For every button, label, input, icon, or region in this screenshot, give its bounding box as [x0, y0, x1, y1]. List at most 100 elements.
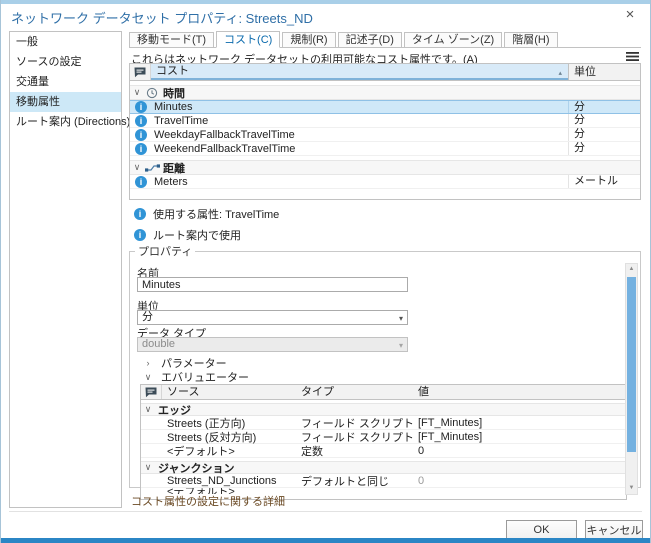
close-icon[interactable]: × — [620, 5, 640, 25]
network-dataset-properties-dialog: ネットワーク データセット プロパティ: Streets_ND × 一般 ソース… — [0, 0, 651, 543]
cost-column-header[interactable]: コスト ▴ — [151, 64, 568, 80]
tab-strip: 移動モード(T) コスト(C) 規制(R) 記述子(D) タイム ゾーン(Z) … — [129, 30, 641, 48]
scroll-up-icon[interactable]: ▲ — [626, 264, 637, 275]
evaluators-label: エバリュエーター — [161, 369, 249, 385]
sidebar-item-travel-attributes[interactable]: 移動属性 — [10, 92, 121, 112]
clock-icon — [144, 87, 160, 99]
info-lines: i 使用する属性: TravelTime i ルート案内で使用 — [129, 206, 279, 248]
info-directions-text: ルート案内で使用 — [153, 227, 241, 243]
evaluators-expander[interactable]: ∨ エバリュエーター — [141, 369, 249, 385]
sidebar: 一般 ソースの設定 交通量 移動属性 ルート案内 (Directions) — [9, 31, 122, 508]
unit-dropdown-value: 分 — [142, 311, 153, 323]
unit-dropdown[interactable]: 分 ▾ — [137, 310, 408, 325]
info-icon: i — [135, 115, 147, 127]
properties-groupbox: プロパティ 名前 単位 分 ▾ データ タイプ double ▾ › パラメータ… — [129, 243, 641, 488]
info-icon: i — [135, 143, 147, 155]
tab-restrictions[interactable]: 規制(R) — [282, 32, 335, 47]
evaluator-value: [FT_Minutes] — [414, 417, 626, 429]
evaluator-source: Streets_ND_Junctions — [162, 475, 297, 487]
scrollbar-thumb[interactable] — [627, 277, 636, 452]
info-line-used-by: i 使用する属性: TravelTime — [129, 206, 279, 222]
datatype-dropdown: double ▾ — [137, 337, 408, 352]
cost-attributes-table: コスト ▴ 単位 ∨ 時間 i Minutes 分 i TravelTime — [129, 63, 641, 200]
sidebar-item-source-settings[interactable]: ソースの設定 — [10, 52, 121, 72]
group-label-distance: 距離 — [163, 160, 185, 176]
chevron-down-icon: ∨ — [141, 373, 155, 382]
cost-row-meters[interactable]: i Meters メートル — [130, 175, 640, 189]
footer-separator — [9, 511, 642, 512]
group-row-distance[interactable]: ∨ 距離 — [130, 160, 640, 175]
sidebar-item-general[interactable]: 一般 — [10, 32, 121, 52]
chevron-down-icon: ▾ — [399, 312, 403, 325]
name-input[interactable] — [137, 277, 408, 292]
evaluator-type: 定数 — [297, 443, 414, 459]
cost-row-name: TravelTime — [147, 115, 568, 127]
properties-scrollbar[interactable]: ▲ ▼ — [625, 263, 638, 495]
evaluator-row-junctions[interactable]: Streets_ND_Junctions デフォルトと同じ 0 — [141, 474, 626, 488]
chevron-down-icon: ∨ — [130, 163, 144, 172]
cost-row-weekend-fallback[interactable]: i WeekendFallbackTravelTime 分 — [130, 142, 640, 156]
evaluator-value: [FT_Minutes] — [414, 431, 626, 443]
group-row-time[interactable]: ∨ 時間 — [130, 85, 640, 100]
comment-icon — [141, 385, 162, 399]
tab-time-zones[interactable]: タイム ゾーン(Z) — [404, 32, 502, 47]
unit-column-header[interactable]: 単位 — [568, 64, 640, 80]
group-label-time: 時間 — [163, 85, 185, 101]
evaluator-table: ソース タイプ 値 ∨ エッジ Streets (正方向) フィールド スクリプ… — [140, 384, 627, 500]
tab-descriptors[interactable]: 記述子(D) — [338, 32, 402, 47]
dialog-title: ネットワーク データセット プロパティ: Streets_ND — [11, 8, 313, 27]
tab-travel-modes[interactable]: 移動モード(T) — [129, 32, 214, 47]
cost-row-weekday-fallback[interactable]: i WeekdayFallbackTravelTime 分 — [130, 128, 640, 142]
comment-icon — [130, 64, 151, 80]
source-column-header[interactable]: ソース — [162, 385, 297, 399]
cost-row-minutes[interactable]: i Minutes 分 — [130, 100, 640, 114]
info-icon: i — [135, 101, 147, 113]
cost-row-name: Minutes — [147, 101, 568, 113]
cost-row-unit: 分 — [568, 128, 640, 141]
info-icon: i — [134, 229, 146, 241]
evaluator-type: デフォルトと同じ — [297, 473, 414, 489]
info-used-by-text: 使用する属性: TravelTime — [153, 206, 279, 222]
properties-legend: プロパティ — [135, 243, 195, 259]
cost-row-unit: メートル — [568, 175, 640, 188]
sort-indicator-icon: ▴ — [558, 66, 562, 81]
cost-row-name: Meters — [147, 176, 568, 188]
cancel-button[interactable]: キャンセル — [585, 520, 643, 539]
evaluator-source: <デフォルト> — [162, 443, 297, 459]
evaluator-value: 0 — [414, 445, 626, 457]
chevron-down-icon: ∨ — [141, 463, 155, 472]
value-column-header[interactable]: 値 — [414, 385, 626, 399]
tab-costs[interactable]: コスト(C) — [216, 31, 280, 48]
type-column-header[interactable]: タイプ — [297, 385, 414, 399]
titlebar: ネットワーク データセット プロパティ: Streets_ND × — [1, 4, 650, 29]
info-icon: i — [135, 129, 147, 141]
ok-button[interactable]: OK — [506, 520, 577, 539]
chevron-down-icon: ∨ — [141, 405, 155, 414]
evaluator-value: 0 — [414, 475, 626, 487]
cost-row-unit: 分 — [568, 114, 640, 127]
distance-icon — [144, 163, 160, 173]
evaluator-row-default-edge[interactable]: <デフォルト> 定数 0 — [141, 444, 626, 458]
datatype-dropdown-value: double — [142, 338, 175, 350]
sidebar-item-directions[interactable]: ルート案内 (Directions) — [10, 112, 121, 132]
info-line-directions: i ルート案内で使用 — [129, 227, 279, 243]
cost-row-unit: 分 — [568, 142, 640, 155]
chevron-down-icon: ∨ — [130, 88, 144, 97]
info-icon: i — [135, 176, 147, 188]
cost-row-unit: 分 — [568, 101, 640, 113]
cost-column-label: コスト — [156, 65, 189, 77]
chevron-down-icon: ▾ — [399, 339, 403, 352]
chevron-right-icon: › — [141, 359, 155, 368]
cost-row-name: WeekendFallbackTravelTime — [147, 143, 568, 155]
group-label-junctions: ジャンクション — [158, 460, 234, 476]
menu-icon[interactable] — [626, 51, 639, 62]
cost-row-traveltime[interactable]: i TravelTime 分 — [130, 114, 640, 128]
cost-settings-help-link[interactable]: コスト属性の設定に関する詳細 — [131, 493, 285, 509]
cost-table-header: コスト ▴ 単位 — [130, 64, 640, 81]
tab-hierarchy[interactable]: 階層(H) — [504, 32, 557, 47]
scroll-down-icon[interactable]: ▼ — [626, 483, 637, 494]
cost-row-name: WeekdayFallbackTravelTime — [147, 129, 568, 141]
dialog-bottom-accent — [1, 538, 650, 543]
info-icon: i — [134, 208, 146, 220]
sidebar-item-traffic[interactable]: 交通量 — [10, 72, 121, 92]
